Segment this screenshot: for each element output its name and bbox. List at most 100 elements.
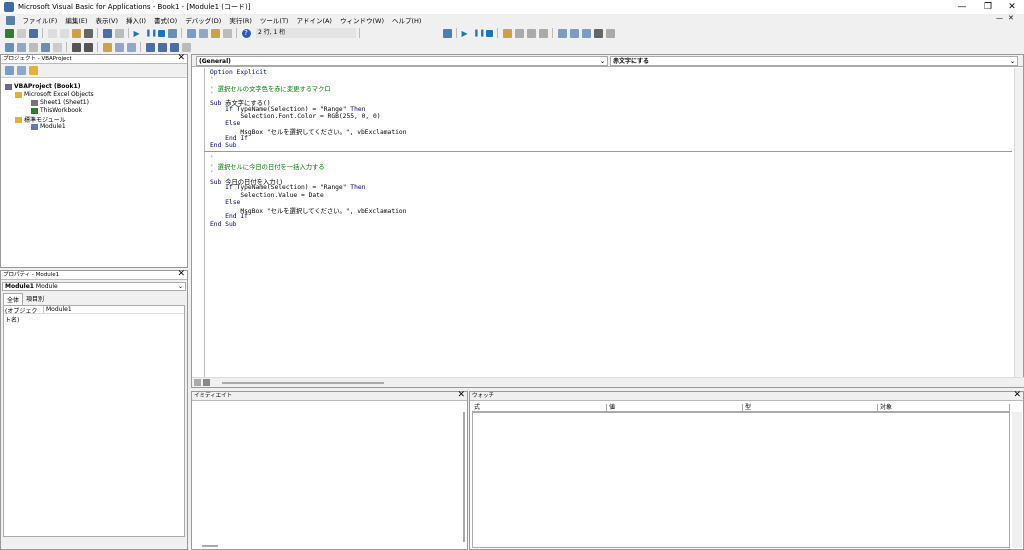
list-constants-icon[interactable]	[16, 42, 26, 52]
tree-item-module1[interactable]: Module1	[31, 123, 66, 130]
tree-item-vbaproject[interactable]: VBAProject (Book1)	[5, 83, 80, 90]
immediate-window-icon[interactable]	[569, 28, 579, 38]
menu-window[interactable]: ウィンドウ(W)	[336, 15, 388, 25]
save-icon[interactable]	[28, 28, 38, 38]
paste-icon[interactable]	[71, 28, 81, 38]
watch-close-icon[interactable]: ✕	[1013, 391, 1021, 400]
menu-help[interactable]: ヘルプ(H)	[388, 15, 425, 25]
toolbox-icon[interactable]	[222, 28, 232, 38]
code-line[interactable]: '	[210, 155, 214, 162]
run-icon-2[interactable]: ▶	[462, 29, 471, 38]
properties-close-icon[interactable]: ✕	[177, 270, 185, 279]
locals-window-icon[interactable]	[557, 28, 567, 38]
undo-icon[interactable]	[102, 28, 112, 38]
design-mode-icon[interactable]	[167, 28, 177, 38]
comment-block-icon[interactable]	[114, 42, 124, 52]
parameter-info-icon[interactable]	[40, 42, 50, 52]
reset-icon-2[interactable]	[485, 29, 493, 37]
copy-icon[interactable]	[59, 28, 69, 38]
code-line[interactable]: Else	[210, 199, 240, 206]
procedure-combo[interactable]: 赤文字にする ⌄	[610, 55, 1018, 66]
code-line[interactable]: If TypeName(Selection) = "Range" Then	[210, 106, 365, 113]
tree-item-sheet1[interactable]: Sheet1 (Sheet1)	[31, 99, 89, 106]
watch-window-icon[interactable]	[581, 28, 591, 38]
clear-bookmarks-icon[interactable]	[181, 42, 191, 52]
quick-watch-icon[interactable]	[593, 28, 603, 38]
vertical-scrollbar[interactable]	[1014, 68, 1023, 378]
code-line[interactable]: Option Explicit	[210, 69, 267, 76]
step-out-icon[interactable]	[538, 28, 548, 38]
watch-col-context[interactable]: 対象	[878, 404, 1010, 412]
code-line[interactable]: ' 選択セルに今日の日付を一括入力する	[210, 162, 325, 171]
view-code-icon[interactable]	[4, 66, 14, 75]
project-explorer-icon[interactable]	[186, 28, 196, 38]
help-icon[interactable]: ?	[241, 28, 251, 38]
menu-debug[interactable]: デバッグ(D)	[181, 15, 225, 25]
full-module-view-icon[interactable]	[203, 379, 210, 386]
menu-file[interactable]: ファイル(F)	[19, 15, 62, 25]
watch-col-value[interactable]: 値	[607, 404, 743, 412]
outdent-icon[interactable]	[83, 42, 93, 52]
object-combo[interactable]: (General) ⌄	[196, 55, 608, 66]
code-line[interactable]: End Sub	[210, 221, 237, 228]
menu-edit[interactable]: 編集(E)	[61, 15, 91, 25]
mdi-minimize-button[interactable]: —	[996, 14, 1003, 22]
horizontal-scrollbar[interactable]	[192, 377, 1024, 387]
object-selector[interactable]: Module1 Module ⌄	[2, 282, 186, 291]
scroll-thumb[interactable]	[222, 382, 384, 384]
watch-list[interactable]	[472, 412, 1010, 548]
properties-window-icon[interactable]	[198, 28, 208, 38]
menu-run[interactable]: 実行(R)	[225, 15, 256, 25]
watch-col-expression[interactable]: 式	[472, 404, 607, 412]
menu-view[interactable]: 表示(V)	[92, 15, 123, 25]
uncomment-block-icon[interactable]	[126, 42, 136, 52]
watch-scrollbar[interactable]	[1012, 412, 1022, 548]
toggle-bookmark-icon[interactable]	[145, 42, 155, 52]
code-line[interactable]: '	[210, 91, 214, 98]
procedure-view-icon[interactable]	[194, 379, 201, 386]
code-line[interactable]: End Sub	[210, 142, 237, 149]
step-into-icon[interactable]	[514, 28, 524, 38]
watch-col-type[interactable]: 型	[743, 404, 878, 412]
menu-insert[interactable]: 挿入(I)	[122, 15, 150, 25]
object-browser-icon[interactable]	[210, 28, 220, 38]
immediate-close-icon[interactable]: ✕	[457, 391, 465, 400]
call-stack-icon[interactable]	[605, 28, 615, 38]
project-close-icon[interactable]: ✕	[177, 54, 185, 63]
toggle-breakpoint-icon[interactable]	[502, 28, 512, 38]
tab-alphabetic[interactable]: 全体	[3, 293, 24, 305]
quick-info-icon[interactable]	[28, 42, 38, 52]
menu-addins[interactable]: アドイン(A)	[292, 15, 336, 25]
previous-bookmark-icon[interactable]	[169, 42, 179, 52]
toggle-breakpoint-icon-2[interactable]	[102, 42, 112, 52]
menu-format[interactable]: 書式(O)	[150, 15, 181, 25]
immediate-hscroll[interactable]	[202, 545, 218, 547]
tab-categorized[interactable]: 項目別	[23, 293, 47, 305]
code-line[interactable]: ' 選択セルの文字色を赤に変更するマクロ	[210, 84, 331, 93]
code-line[interactable]: '	[210, 170, 214, 177]
complete-word-icon[interactable]	[52, 42, 62, 52]
code-line[interactable]: Selection.Font.Color = RGB(255, 0, 0)	[210, 113, 380, 120]
minimize-button[interactable]: —	[948, 0, 976, 14]
mdi-close-button[interactable]: ✕	[1008, 14, 1014, 22]
next-bookmark-icon[interactable]	[157, 42, 167, 52]
cut-icon[interactable]	[47, 28, 57, 38]
find-icon[interactable]	[83, 28, 93, 38]
immediate-window[interactable]: イミディエイト ✕	[191, 391, 468, 550]
break-icon[interactable]: ❚❚	[146, 29, 158, 38]
code-line[interactable]: '	[210, 76, 214, 83]
step-over-icon[interactable]	[526, 28, 536, 38]
reset-icon[interactable]	[157, 29, 165, 37]
code-line[interactable]: Selection.Value = Date	[210, 192, 323, 199]
close-button[interactable]: ✕	[998, 0, 1024, 14]
code-line[interactable]: Else	[210, 120, 240, 127]
code-line[interactable]: If TypeName(Selection) = "Range" Then	[210, 184, 365, 191]
list-properties-icon[interactable]	[4, 42, 14, 52]
tree-item-excel-objects[interactable]: Microsoft Excel Objects	[15, 91, 94, 98]
redo-icon[interactable]	[114, 28, 124, 38]
edit-toolbar-icon[interactable]	[442, 28, 452, 38]
excel-view-icon[interactable]	[4, 28, 14, 38]
indent-icon[interactable]	[71, 42, 81, 52]
toggle-folders-icon[interactable]	[28, 66, 38, 75]
break-icon-2[interactable]: ❚❚	[474, 29, 486, 38]
